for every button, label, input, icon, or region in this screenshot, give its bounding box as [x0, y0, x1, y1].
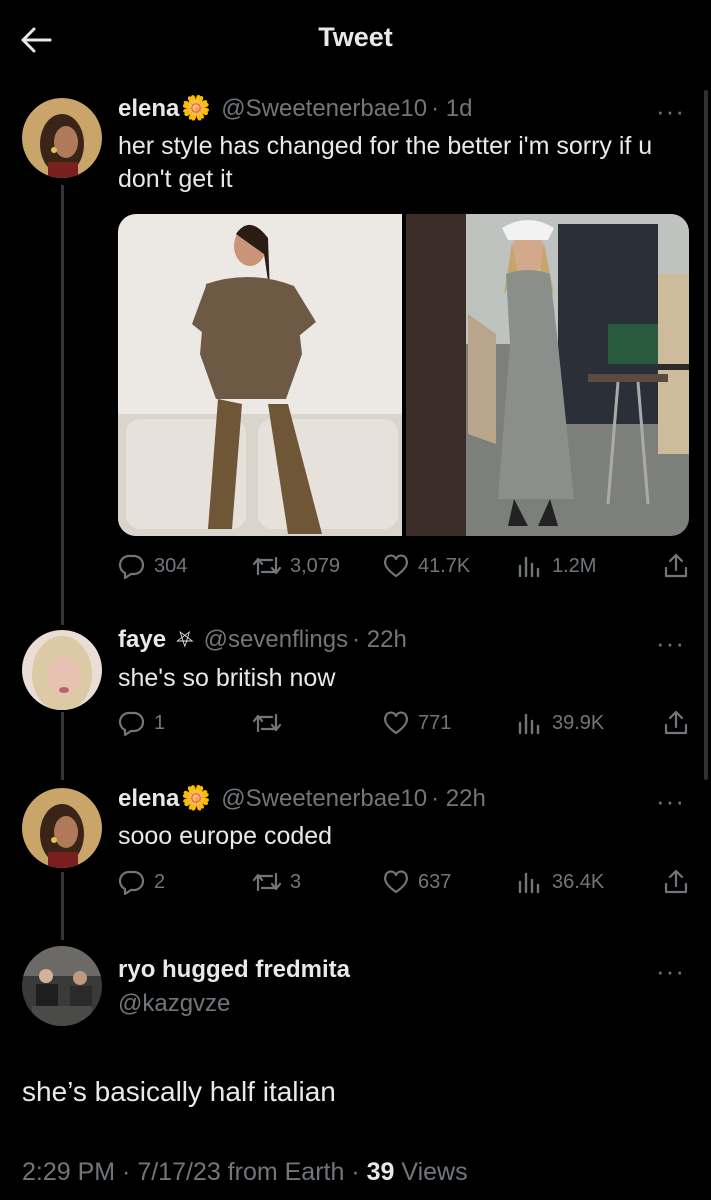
- retweet-icon: [252, 556, 282, 576]
- tweet-text: her style has changed for the better i'm…: [118, 132, 653, 193]
- timestamp[interactable]: · 1d: [431, 95, 472, 123]
- tweet-text: she's so british now: [118, 664, 336, 692]
- retweet-button[interactable]: [252, 709, 290, 737]
- heart-icon: [384, 554, 408, 578]
- share-icon: [664, 869, 688, 894]
- display-name[interactable]: elena: [118, 785, 179, 813]
- views-count: 39.9K: [552, 711, 605, 734]
- tweet-actions: 1 771 39.9K: [118, 709, 693, 739]
- page-title: Tweet: [318, 22, 393, 52]
- reply-count: 304: [154, 554, 188, 577]
- like-button[interactable]: 41.7K: [382, 552, 470, 580]
- like-button[interactable]: 771: [382, 709, 451, 737]
- user-handle[interactable]: @kazgvze: [118, 990, 230, 1018]
- user-handle[interactable]: @sevenflings: [204, 626, 348, 654]
- more-options-button[interactable]: ···: [656, 96, 685, 127]
- reply-icon: [118, 711, 145, 737]
- display-name[interactable]: ryo hugged fredmita: [118, 956, 350, 984]
- scrollbar[interactable]: [704, 90, 708, 780]
- like-count: 41.7K: [418, 554, 471, 577]
- like-count: 771: [418, 711, 452, 734]
- reply-icon: [118, 870, 145, 896]
- user-handle[interactable]: @Sweetenerbae10: [221, 785, 427, 813]
- retweet-button[interactable]: 3: [252, 868, 301, 896]
- heart-icon: [384, 870, 408, 894]
- share-icon: [664, 710, 688, 735]
- timestamp[interactable]: · 22h: [431, 785, 486, 813]
- retweet-count: 3: [290, 870, 302, 893]
- tweet-meta: 2:29 PM · 7/17/23 from Earth · 39 Views: [22, 1158, 468, 1187]
- avatar[interactable]: [22, 788, 102, 868]
- share-icon: [664, 553, 688, 578]
- flower-emoji-icon: 🌼: [181, 785, 212, 812]
- retweet-count: 3,079: [290, 554, 341, 577]
- share-button[interactable]: [662, 709, 690, 737]
- views-button[interactable]: 36.4K: [516, 868, 604, 896]
- display-name[interactable]: elena: [118, 95, 179, 123]
- retweet-icon: [252, 872, 282, 892]
- main-tweet-text: she’s basically half italian: [22, 1076, 336, 1107]
- avatar[interactable]: [22, 946, 102, 1026]
- views-chart-icon: [518, 872, 540, 894]
- views-count: 1.2M: [552, 554, 597, 577]
- timestamp[interactable]: · 22h: [352, 626, 407, 654]
- reply-count: 2: [154, 870, 166, 893]
- thread-line: [61, 712, 64, 780]
- tweet-actions: 304 3,079 41.7K 1.2M: [118, 552, 693, 582]
- views-label: Views: [394, 1158, 468, 1186]
- thread-line: [61, 185, 64, 625]
- views-count: 36.4K: [552, 870, 605, 893]
- tweet-media[interactable]: [118, 214, 689, 536]
- share-button[interactable]: [662, 868, 690, 896]
- more-options-button[interactable]: ···: [656, 786, 685, 817]
- tweet-text: sooo europe coded: [118, 822, 333, 850]
- reply-count: 1: [154, 711, 166, 734]
- heart-icon: [384, 711, 408, 735]
- reply-icon: [118, 554, 145, 580]
- views-button[interactable]: 1.2M: [516, 552, 596, 580]
- view-count: 39: [366, 1158, 395, 1186]
- tweet-timestamp[interactable]: 2:29 PM · 7/17/23 from Earth ·: [22, 1158, 367, 1186]
- reply-button[interactable]: 304: [118, 552, 187, 580]
- views-button[interactable]: 39.9K: [516, 709, 604, 737]
- user-handle[interactable]: @Sweetenerbae10: [221, 95, 427, 123]
- share-button[interactable]: [662, 552, 690, 580]
- avatar[interactable]: [22, 98, 102, 178]
- retweet-icon: [252, 713, 282, 733]
- display-name[interactable]: faye: [118, 626, 166, 654]
- tweet-actions: 2 3 637 36.4K: [118, 868, 693, 898]
- views-chart-icon: [518, 713, 540, 735]
- reply-button[interactable]: 1: [118, 709, 165, 737]
- views-chart-icon: [518, 556, 540, 578]
- avatar[interactable]: [22, 630, 102, 710]
- like-count: 637: [418, 870, 452, 893]
- thread-line: [61, 872, 64, 940]
- tweet-header: elena 🌼 @Sweetenerbae10 · 1d: [118, 94, 472, 123]
- flower-emoji-icon: 🌼: [181, 95, 212, 122]
- retweet-button[interactable]: 3,079: [252, 552, 340, 580]
- reply-button[interactable]: 2: [118, 868, 165, 896]
- pentagram-emoji-icon: ⛧: [176, 627, 194, 652]
- more-options-button[interactable]: ···: [656, 628, 685, 659]
- more-options-button[interactable]: ···: [656, 956, 685, 987]
- tweet-header: faye ⛧ @sevenflings · 22h: [118, 626, 407, 654]
- tweet-header: elena 🌼 @Sweetenerbae10 · 22h: [118, 784, 486, 813]
- like-button[interactable]: 637: [382, 868, 451, 896]
- top-bar: Tweet: [0, 0, 711, 78]
